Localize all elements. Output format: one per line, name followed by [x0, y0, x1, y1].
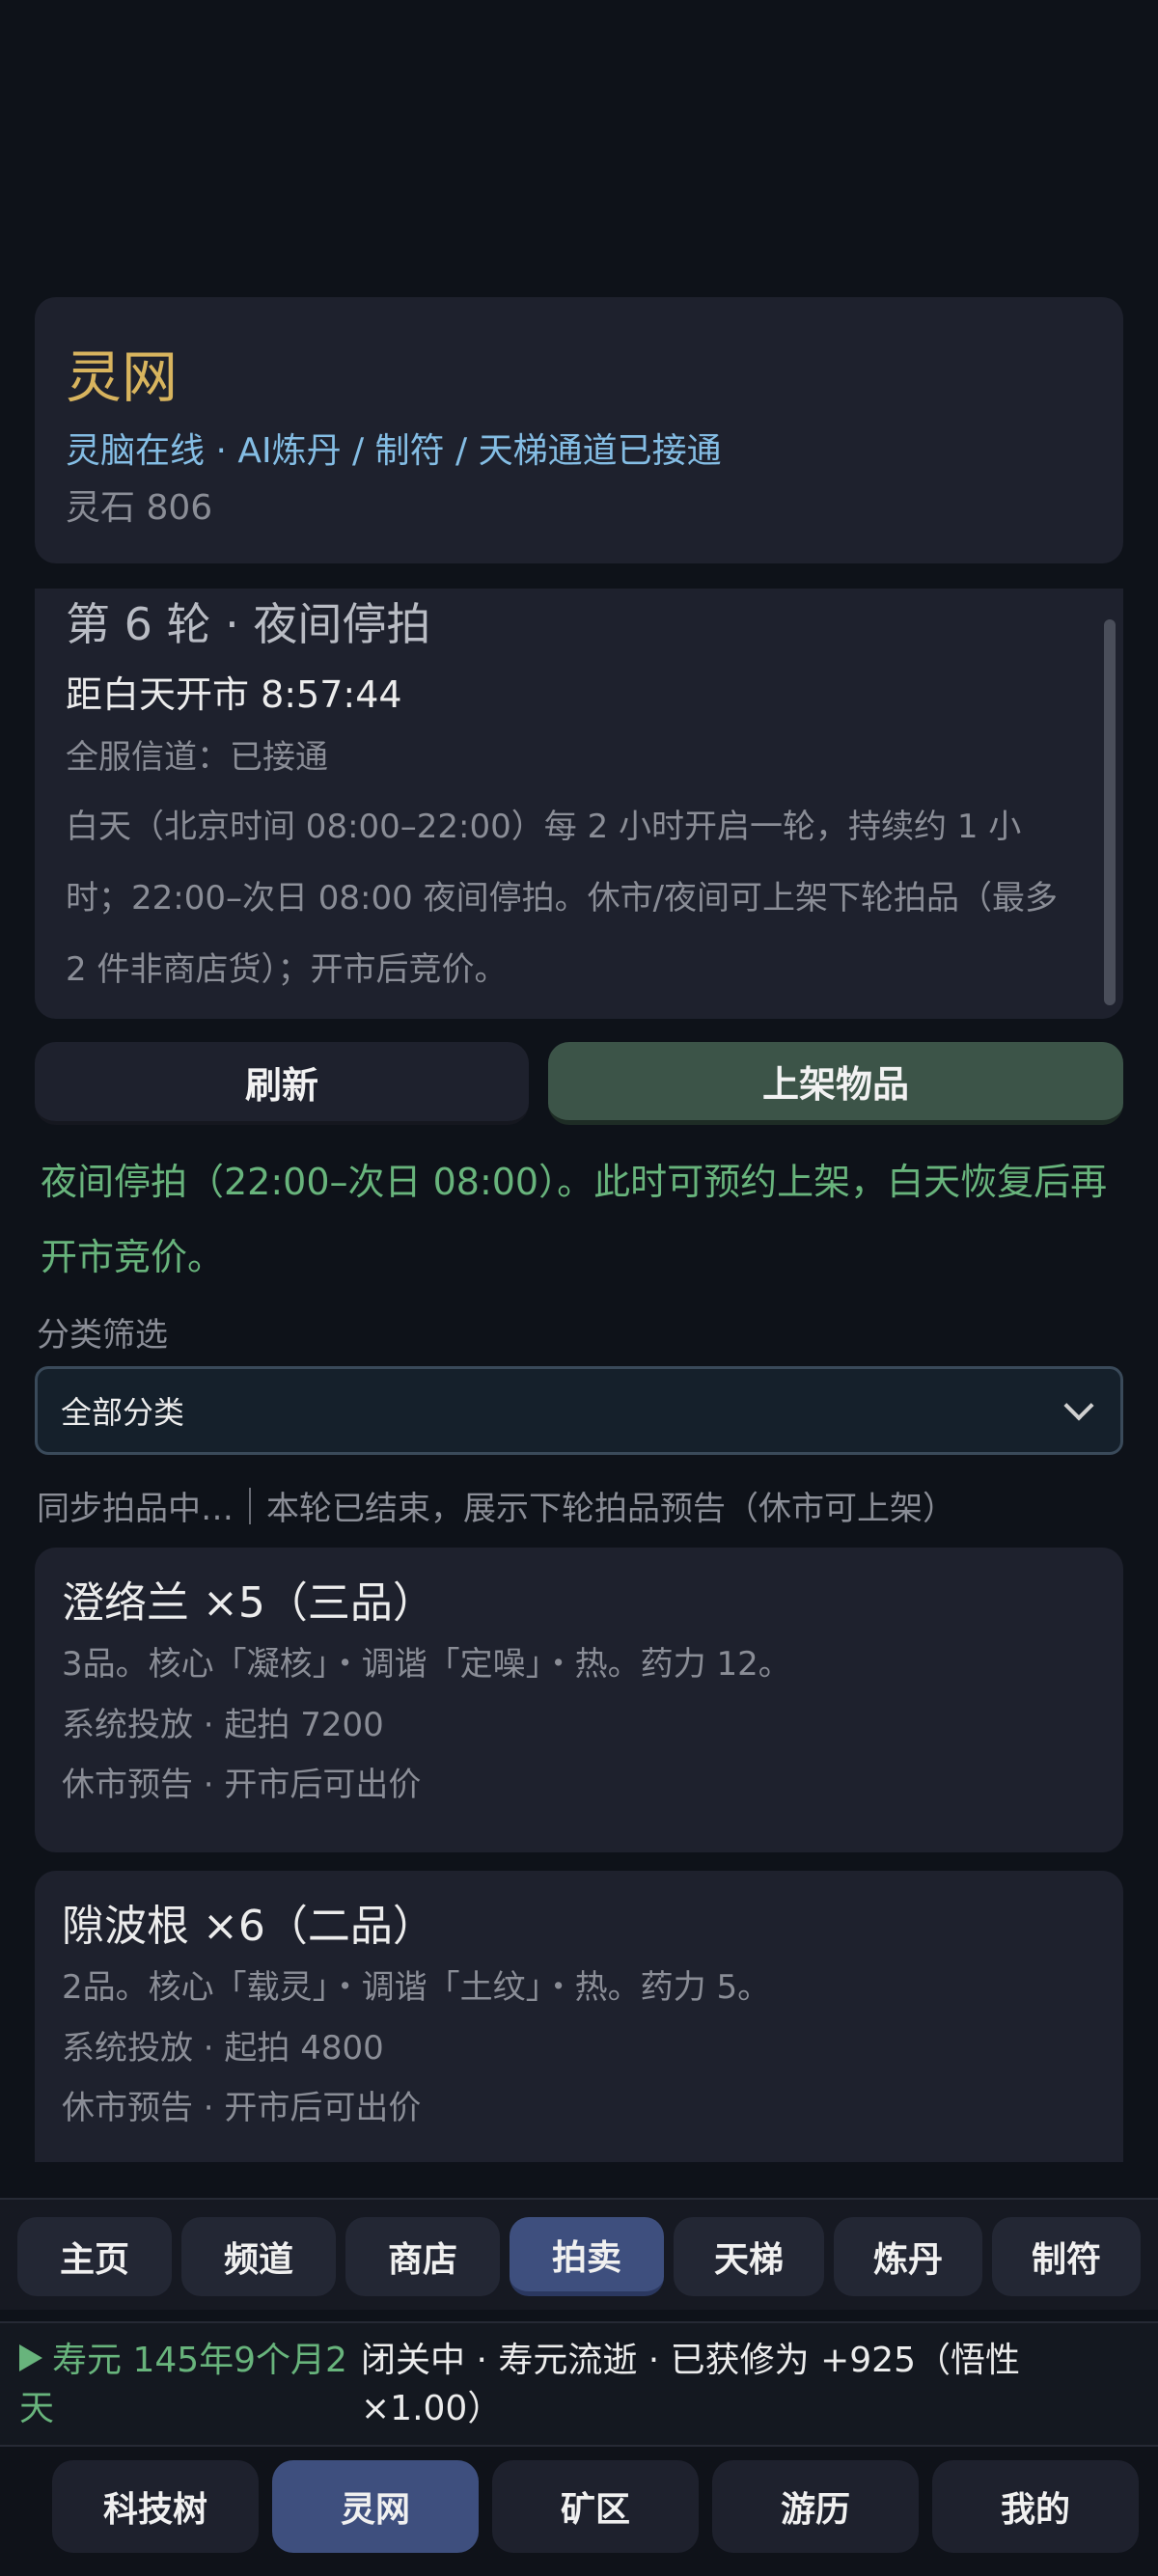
- sync-status: 同步拍品中… 本轮已结束，展示下轮拍品预告（休市可上架）: [37, 1482, 955, 1529]
- item-source: 系统投放 · 起拍 4800: [62, 2028, 384, 2068]
- sync-text: 同步拍品中…: [37, 1490, 234, 1528]
- category-select[interactable]: 全部分类: [35, 1366, 1123, 1455]
- nav-mine[interactable]: 矿区: [492, 2460, 699, 2553]
- nav-spirit-net[interactable]: 灵网: [272, 2460, 479, 2553]
- play-icon: [19, 2344, 42, 2371]
- night-notice: 夜间停拍（22:00–次日 08:00）。此时可预约上架，白天恢复后再开市竞价。: [41, 1161, 1108, 1278]
- divider: [249, 1487, 251, 1524]
- lifespan-toggle[interactable]: 寿元 145年9个月2天: [19, 2337, 347, 2433]
- item-source: 系统投放 · 起拍 7200: [62, 1705, 384, 1744]
- sub-nav: 主页 频道 商店 拍卖 天梯 炼丹 制符: [0, 2198, 1158, 2310]
- tab-shop[interactable]: 商店: [345, 2217, 500, 2296]
- main-nav: 科技树 灵网 矿区 游历 我的: [0, 2447, 1158, 2576]
- filter-label: 分类筛选: [37, 1316, 168, 1355]
- spirit-stone-balance: 灵石 806: [66, 488, 213, 529]
- item-desc: 3品。核心「凝核」・调谐「定噪」・热。药力 12。: [62, 1644, 791, 1684]
- item-name: 隙波根 ×6（二品）: [62, 1902, 435, 1951]
- list-item-button[interactable]: 上架物品: [548, 1042, 1123, 1125]
- seclusion-status: 闭关中 · 寿元流逝 · 已获修为 +925（悟性×1.00）: [361, 2341, 1020, 2428]
- item-desc: 2品。核心「载灵」・调谐「土纹」・热。药力 5。: [62, 1967, 771, 2007]
- nav-travel[interactable]: 游历: [712, 2460, 919, 2553]
- header-card: 灵网 灵脑在线 · AI炼丹 / 制符 / 天梯通道已接通 灵石 806: [35, 297, 1123, 563]
- tab-ladder[interactable]: 天梯: [674, 2217, 824, 2296]
- round-title: 第 6 轮 · 夜间停拍: [66, 598, 431, 650]
- item-state: 休市预告 · 开市后可出价: [62, 1766, 422, 1805]
- round-info-card[interactable]: 第 6 轮 · 夜间停拍 距白天开市 8:57:44 全服信道：已接通 白天（北…: [35, 589, 1123, 1019]
- round-scrollbar[interactable]: [1104, 619, 1116, 1005]
- item-state: 休市预告 · 开市后可出价: [62, 2089, 422, 2128]
- chevron-down-icon: [1063, 1390, 1094, 1421]
- lifespan-text: 寿元 145年9个月2天: [19, 2341, 347, 2428]
- item-name: 澄络兰 ×5（三品）: [62, 1578, 435, 1628]
- auction-item[interactable]: 澄络兰 ×5（三品） 3品。核心「凝核」・调谐「定噪」・热。药力 12。 系统投…: [35, 1548, 1123, 1852]
- tab-auction[interactable]: 拍卖: [510, 2217, 664, 2296]
- nav-tech-tree[interactable]: 科技树: [52, 2460, 259, 2553]
- channel-status: 全服信道：已接通: [66, 738, 328, 778]
- connection-status: 灵脑在线 · AI炼丹 / 制符 / 天梯通道已接通: [66, 431, 722, 471]
- nav-profile[interactable]: 我的: [932, 2460, 1139, 2553]
- round-status-text: 本轮已结束，展示下轮拍品预告（休市可上架）: [266, 1490, 955, 1528]
- auction-item[interactable]: 隙波根 ×6（二品） 2品。核心「载灵」・调谐「土纹」・热。药力 5。 系统投放…: [35, 1871, 1123, 2162]
- tab-alchemy[interactable]: 炼丹: [834, 2217, 982, 2296]
- app-title: 灵网: [66, 344, 179, 410]
- countdown: 距白天开市 8:57:44: [66, 672, 402, 716]
- round-description: 白天（北京时间 08:00–22:00）每 2 小时开启一轮，持续约 1 小时；…: [66, 808, 1059, 990]
- tab-channel[interactable]: 频道: [181, 2217, 336, 2296]
- category-select-value: 全部分类: [61, 1394, 185, 1431]
- tab-home[interactable]: 主页: [17, 2217, 172, 2296]
- tab-talisman[interactable]: 制符: [992, 2217, 1141, 2296]
- refresh-button[interactable]: 刷新: [35, 1042, 529, 1125]
- cultivation-status-bar: 寿元 145年9个月2天 闭关中 · 寿元流逝 · 已获修为 +925（悟性×1…: [0, 2321, 1158, 2447]
